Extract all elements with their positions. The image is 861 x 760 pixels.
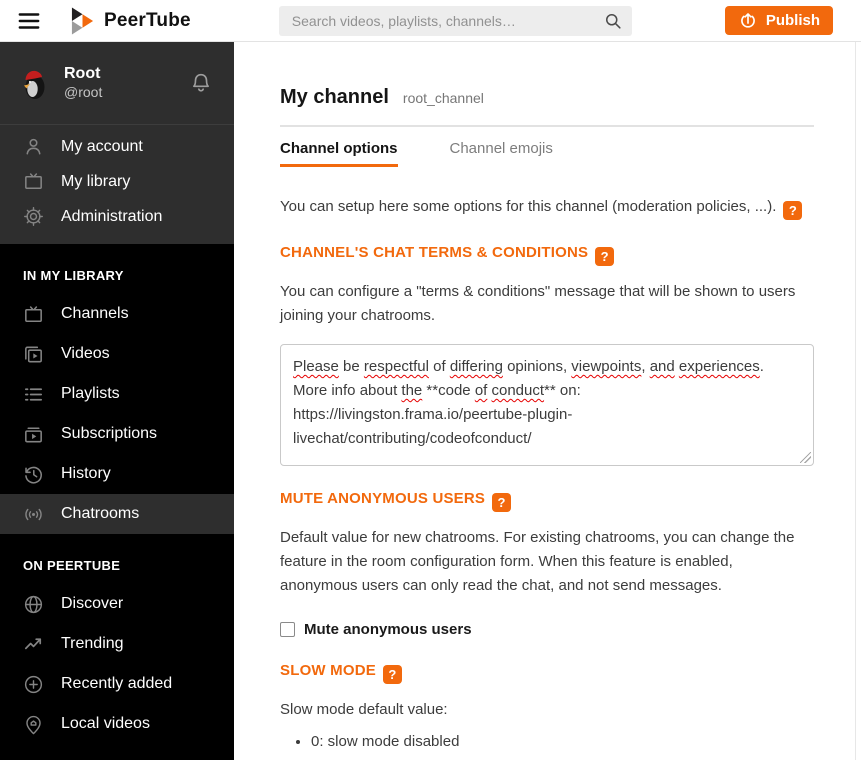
user-names: Root @root xyxy=(64,64,102,102)
slow-mode-list: 0: slow mode disabled Any positive integ… xyxy=(280,729,820,760)
gear-icon xyxy=(22,205,45,228)
mute-checkbox-row: Mute anonymous users xyxy=(280,621,820,638)
tv-icon xyxy=(22,170,45,193)
history-icon xyxy=(22,463,45,486)
globe-icon xyxy=(22,593,45,616)
resize-handle-icon[interactable] xyxy=(800,452,811,463)
main-content: My channel root_channel Channel options … xyxy=(234,42,861,760)
tab-channel-emojis[interactable]: Channel emojis xyxy=(450,140,553,167)
mute-checkbox-label[interactable]: Mute anonymous users xyxy=(304,621,472,638)
user-row: Root @root xyxy=(0,42,234,125)
live-icon xyxy=(22,503,45,526)
intro-label: You can setup here some options for this… xyxy=(280,198,777,215)
top-header: PeerTube Publish xyxy=(0,0,861,42)
notification-bell-icon[interactable] xyxy=(188,70,214,96)
terms-description: You can configure a "terms & conditions"… xyxy=(280,283,796,324)
logo-text: PeerTube xyxy=(104,9,191,31)
sidebar-item-subscriptions[interactable]: Subscriptions xyxy=(0,414,234,454)
search-icon[interactable] xyxy=(603,11,623,31)
mute-heading-label: MUTE ANONYMOUS USERS xyxy=(280,490,486,507)
sidebar-item-local-videos[interactable]: Local videos xyxy=(0,704,234,744)
sidebar-item-administration[interactable]: Administration xyxy=(0,199,234,234)
videos-icon xyxy=(22,343,45,366)
sidebar-item-chatrooms[interactable]: Chatrooms xyxy=(0,494,234,534)
trending-icon xyxy=(22,633,45,656)
title-divider xyxy=(280,125,814,127)
tabs: Channel options Channel emojis xyxy=(280,140,820,167)
mute-heading: MUTE ANONYMOUS USERS? xyxy=(280,490,820,512)
page-title: My channel xyxy=(280,86,389,108)
sidebar-item-label: My account xyxy=(61,137,143,155)
playlist-icon xyxy=(22,383,45,406)
peertube-logo-icon xyxy=(71,7,94,34)
sidebar-item-label: Channels xyxy=(61,305,129,322)
sidebar-item-label: Videos xyxy=(61,345,110,362)
home-pin-icon xyxy=(22,713,45,736)
slow-mode-heading: SLOW MODE? xyxy=(280,662,820,684)
help-icon[interactable]: ? xyxy=(382,665,402,684)
menu-icon[interactable] xyxy=(16,8,42,34)
publish-button[interactable]: Publish xyxy=(724,6,833,35)
terms-textarea[interactable]: Please be respectful of differing opinio… xyxy=(280,344,814,466)
sidebar-item-my-account[interactable]: My account xyxy=(0,129,234,164)
slow-mode-heading-label: SLOW MODE xyxy=(280,662,376,679)
list-item: Any positive integer: users can send a m… xyxy=(311,754,758,760)
sidebar-item-label: Trending xyxy=(61,635,124,652)
search-box xyxy=(278,5,632,36)
upload-icon xyxy=(738,11,758,31)
list-item: 0: slow mode disabled xyxy=(311,729,758,754)
help-icon[interactable]: ? xyxy=(595,247,615,266)
user-name: Root xyxy=(64,65,101,83)
sidebar-section-title: IN MY LIBRARY xyxy=(23,268,124,283)
intro-text: You can setup here some options for this… xyxy=(280,198,820,220)
sidebar-user-block: Root @root My account My library Adminis… xyxy=(0,42,234,244)
search-input[interactable] xyxy=(278,5,632,36)
sidebar-item-label: Local videos xyxy=(61,715,150,732)
tab-channel-options[interactable]: Channel options xyxy=(280,140,398,167)
avatar[interactable] xyxy=(17,66,51,100)
scrollbar[interactable] xyxy=(855,42,856,760)
peertube-logo[interactable]: PeerTube xyxy=(70,6,191,36)
sidebar-item-label: Discover xyxy=(61,595,124,612)
tv-icon xyxy=(22,303,45,326)
sidebar-item-label: Recently added xyxy=(61,675,173,692)
sidebar-item-label: Administration xyxy=(61,207,163,225)
sidebar-item-discover[interactable]: Discover xyxy=(0,584,234,624)
slow-mode-description: Slow mode default value: xyxy=(280,701,448,718)
sidebar-section-title: ON PEERTUBE xyxy=(23,558,121,573)
plus-circle-icon xyxy=(22,673,45,696)
sidebar-item-playlists[interactable]: Playlists xyxy=(0,374,234,414)
sidebar-item-label: Chatrooms xyxy=(61,505,140,522)
sidebar-item-trending[interactable]: Trending xyxy=(0,624,234,664)
mute-anonymous-checkbox[interactable] xyxy=(280,622,295,637)
sidebar-item-partial[interactable] xyxy=(0,754,234,760)
sidebar-item-recently-added[interactable]: Recently added xyxy=(0,664,234,704)
account-menu: My account My library Administration xyxy=(0,125,234,244)
user-handle: @root xyxy=(64,84,103,101)
mute-description: Default value for new chatrooms. For exi… xyxy=(280,529,795,594)
user-icon xyxy=(22,135,45,158)
sidebar-item-label: Subscriptions xyxy=(61,425,158,442)
publish-label: Publish xyxy=(765,12,820,29)
terms-heading-label: CHANNEL'S CHAT TERMS & CONDITIONS xyxy=(280,244,589,261)
sidebar: Root @root My account My library Adminis… xyxy=(0,42,234,760)
sidebar-item-label: History xyxy=(61,465,111,482)
sidebar-item-videos[interactable]: Videos xyxy=(0,334,234,374)
sidebar-item-history[interactable]: History xyxy=(0,454,234,494)
page-subtitle: root_channel xyxy=(402,90,484,106)
terms-heading: CHANNEL'S CHAT TERMS & CONDITIONS? xyxy=(280,244,820,266)
help-icon[interactable]: ? xyxy=(783,201,803,220)
subscriptions-icon xyxy=(22,423,45,446)
sidebar-item-label: Playlists xyxy=(61,385,120,402)
sidebar-item-label: My library xyxy=(61,172,131,190)
sidebar-item-channels[interactable]: Channels xyxy=(0,294,234,334)
help-icon[interactable]: ? xyxy=(492,493,512,512)
sidebar-item-my-library[interactable]: My library xyxy=(0,164,234,199)
